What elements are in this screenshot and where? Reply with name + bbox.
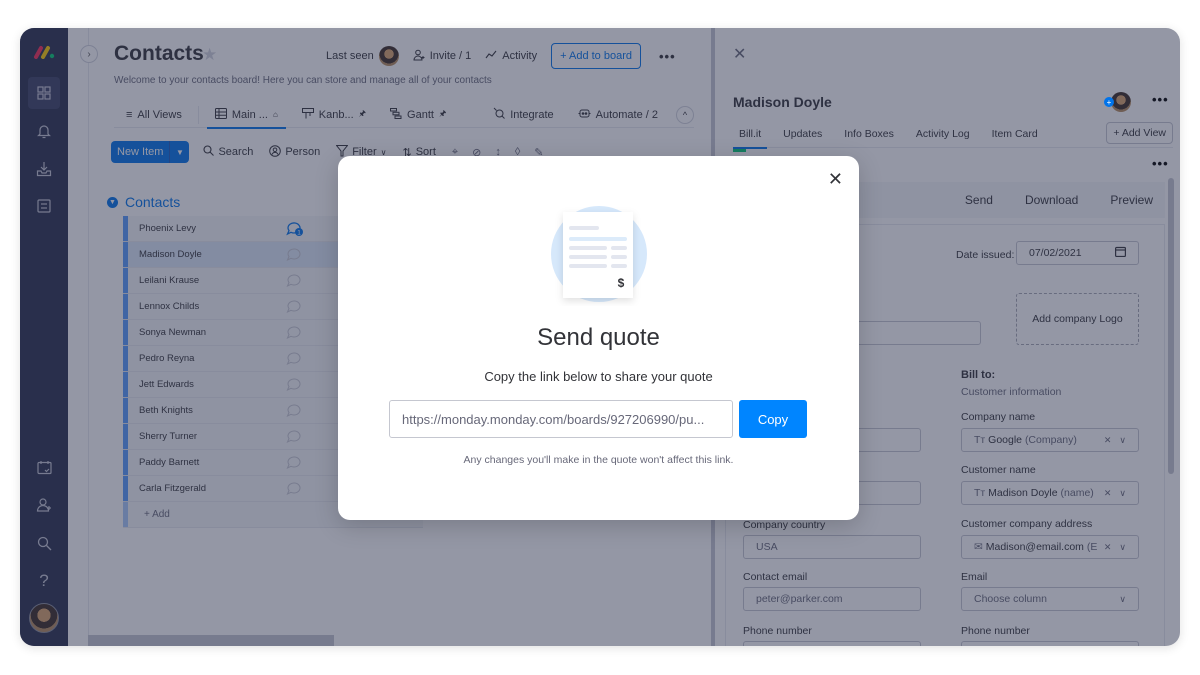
share-link-input[interactable]	[389, 400, 733, 438]
add-subscriber-icon: +	[1104, 97, 1114, 107]
send-quote-modal: ✕ $ Send quote Copy the link below to sh…	[338, 156, 859, 520]
modal-title: Send quote	[537, 324, 660, 351]
svg-text:$: $	[618, 276, 625, 290]
copy-button[interactable]: Copy	[739, 400, 807, 438]
close-icon[interactable]: ✕	[828, 170, 843, 188]
modal-note: Any changes you'll make in the quote won…	[463, 454, 734, 466]
modal-subtitle: Copy the link below to share your quote	[484, 369, 713, 384]
quote-document-icon: $	[549, 206, 649, 306]
